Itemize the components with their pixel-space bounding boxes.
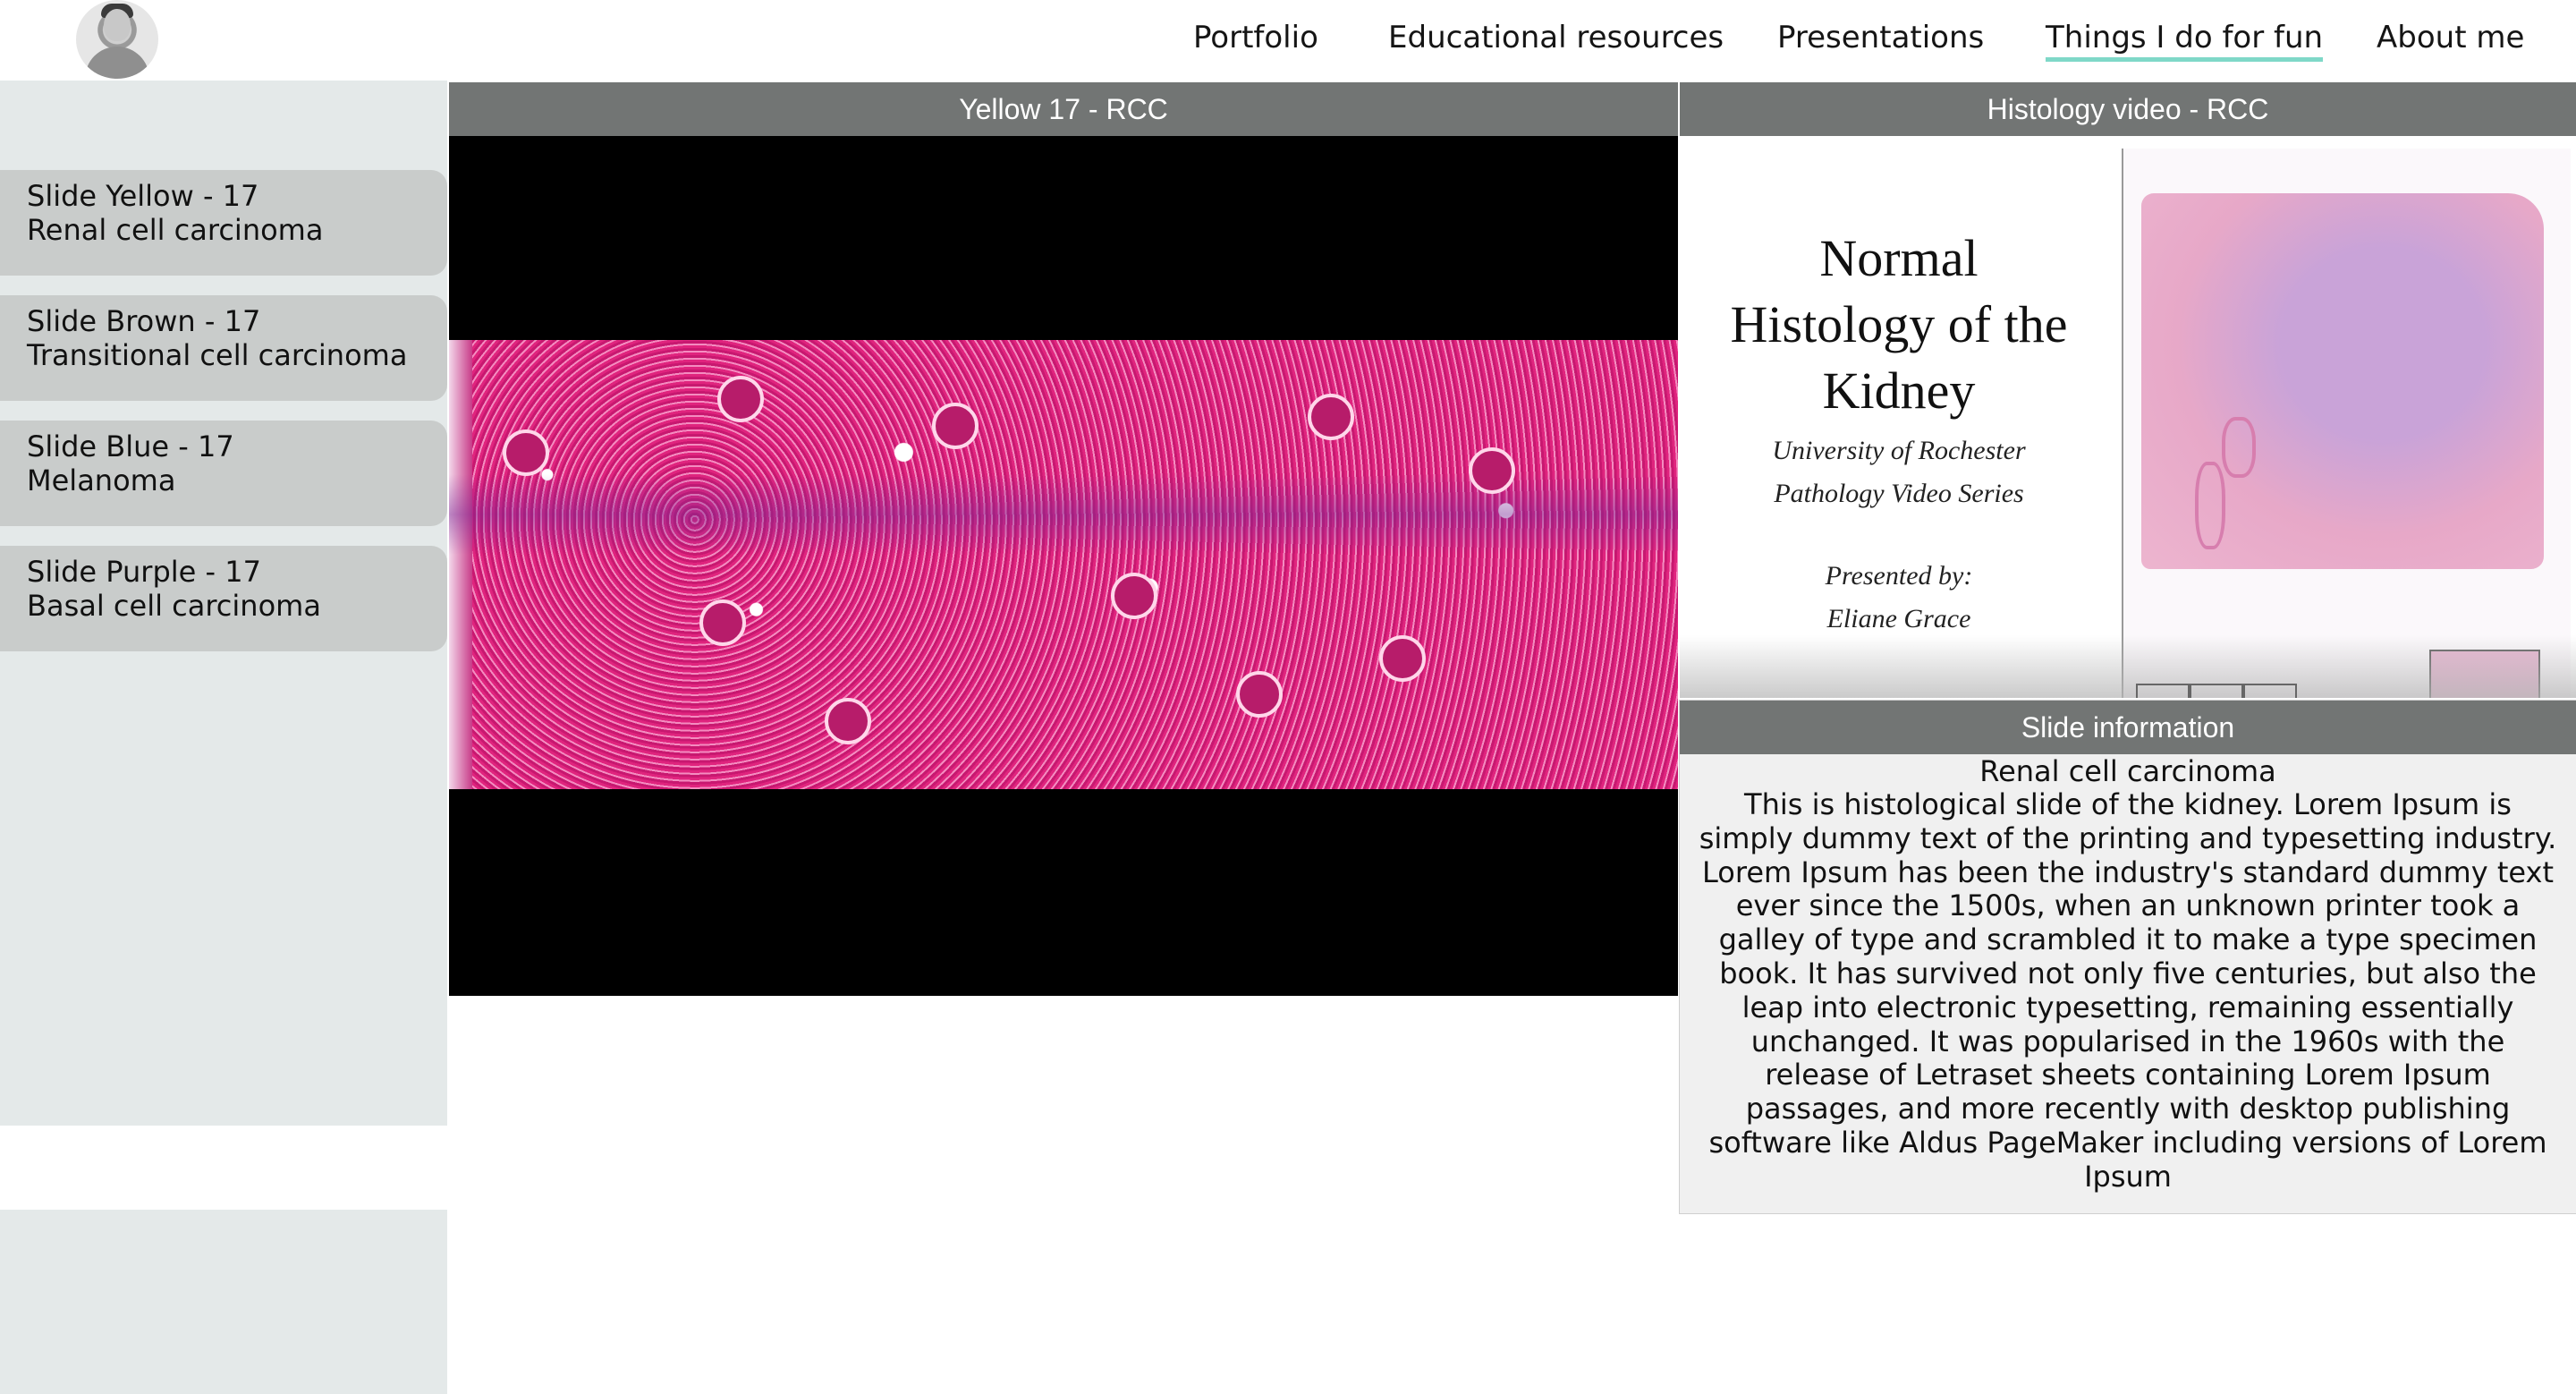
viewer-title: Yellow 17 - RCC	[449, 82, 1678, 136]
sidebar-item-title: Slide Blue - 17	[27, 429, 234, 463]
video-vessel	[2195, 462, 2225, 549]
tissue-capsule-edge	[449, 340, 472, 789]
glomerulus	[1236, 671, 1283, 718]
nav-portfolio[interactable]: Portfolio	[1193, 20, 1318, 55]
video-control-icon[interactable]	[2136, 684, 2190, 698]
sidebar-item-subtitle: Transitional cell carcinoma	[27, 338, 408, 372]
glomerulus	[1308, 394, 1354, 440]
glomerulus	[717, 376, 764, 422]
video-control-icon[interactable]	[2243, 684, 2297, 698]
sidebar-item-title: Slide Yellow - 17	[27, 179, 259, 213]
video-kidney-section	[2141, 193, 2544, 569]
video-control-icon[interactable]	[2190, 684, 2243, 698]
top-header: Portfolio Educational resources Presenta…	[0, 0, 2576, 81]
glomerulus	[503, 429, 549, 476]
sidebar-item-slide-brown[interactable]: Slide Brown - 17 Transitional cell carci…	[0, 295, 447, 401]
video-title: Histology video - RCC	[1680, 82, 2576, 136]
avatar-shoulders	[85, 47, 149, 79]
video-card-presenter-line: Presented by:	[1825, 561, 1973, 591]
glomerulus	[1469, 447, 1515, 494]
tissue-image	[449, 340, 1678, 789]
info-description: This is histological slide of the kidney…	[1699, 787, 2557, 1194]
slide-viewer[interactable]	[449, 136, 1678, 996]
sidebar-item-slide-blue[interactable]: Slide Blue - 17 Melanoma	[0, 421, 447, 526]
nav-presentations[interactable]: Presentations	[1777, 20, 1984, 55]
glomerulus	[932, 403, 979, 449]
glomerulus	[825, 698, 871, 744]
video-card-title-line: Normal	[1819, 229, 1979, 287]
video-vessel	[2222, 417, 2256, 478]
nav-about-me[interactable]: About me	[2377, 20, 2524, 55]
slide-information-panel: Slide information Renal cell carcinoma T…	[1679, 700, 2576, 1214]
sidebar: Slide Yellow - 17 Renal cell carcinoma S…	[0, 81, 447, 1126]
sidebar-item-slide-yellow[interactable]: Slide Yellow - 17 Renal cell carcinoma	[0, 170, 447, 276]
sidebar-item-subtitle: Melanoma	[27, 463, 176, 497]
glomerulus	[1379, 635, 1426, 682]
glomerulus	[1111, 573, 1157, 619]
video-title-card: Normal Histology of the Kidney Universit…	[1680, 225, 2118, 641]
video-card-title-line: Histology of the	[1730, 295, 2068, 353]
avatar[interactable]	[76, 0, 158, 79]
video-controls-gradient	[1680, 635, 2576, 698]
info-heading: Renal cell carcinoma	[1979, 754, 2276, 788]
sidebar-item-slide-purple[interactable]: Slide Purple - 17 Basal cell carcinoma	[0, 546, 447, 651]
sidebar-item-title: Slide Purple - 17	[27, 555, 261, 589]
info-title: Slide information	[1680, 701, 2576, 754]
nav-things-i-do-for-fun[interactable]: Things I do for fun	[2046, 20, 2324, 62]
nav-educational-resources[interactable]: Educational resources	[1388, 20, 1724, 55]
video-card-title-line: Kidney	[1822, 361, 1976, 420]
video-card-presenter-line: Eliane Grace	[1826, 604, 1971, 633]
video-card-subtitle-line: University of Rochester	[1772, 436, 2026, 465]
sidebar-footer-block	[0, 1210, 447, 1394]
histology-video-player[interactable]: Normal Histology of the Kidney Universit…	[1680, 136, 2576, 698]
sidebar-item-title: Slide Brown - 17	[27, 304, 261, 338]
avatar-face	[104, 9, 131, 41]
glomerulus	[699, 599, 746, 646]
video-slide-preview	[2122, 149, 2571, 698]
video-card-subtitle-line: Pathology Video Series	[1774, 479, 2024, 508]
sidebar-item-subtitle: Basal cell carcinoma	[27, 589, 321, 623]
sidebar-item-subtitle: Renal cell carcinoma	[27, 213, 324, 247]
